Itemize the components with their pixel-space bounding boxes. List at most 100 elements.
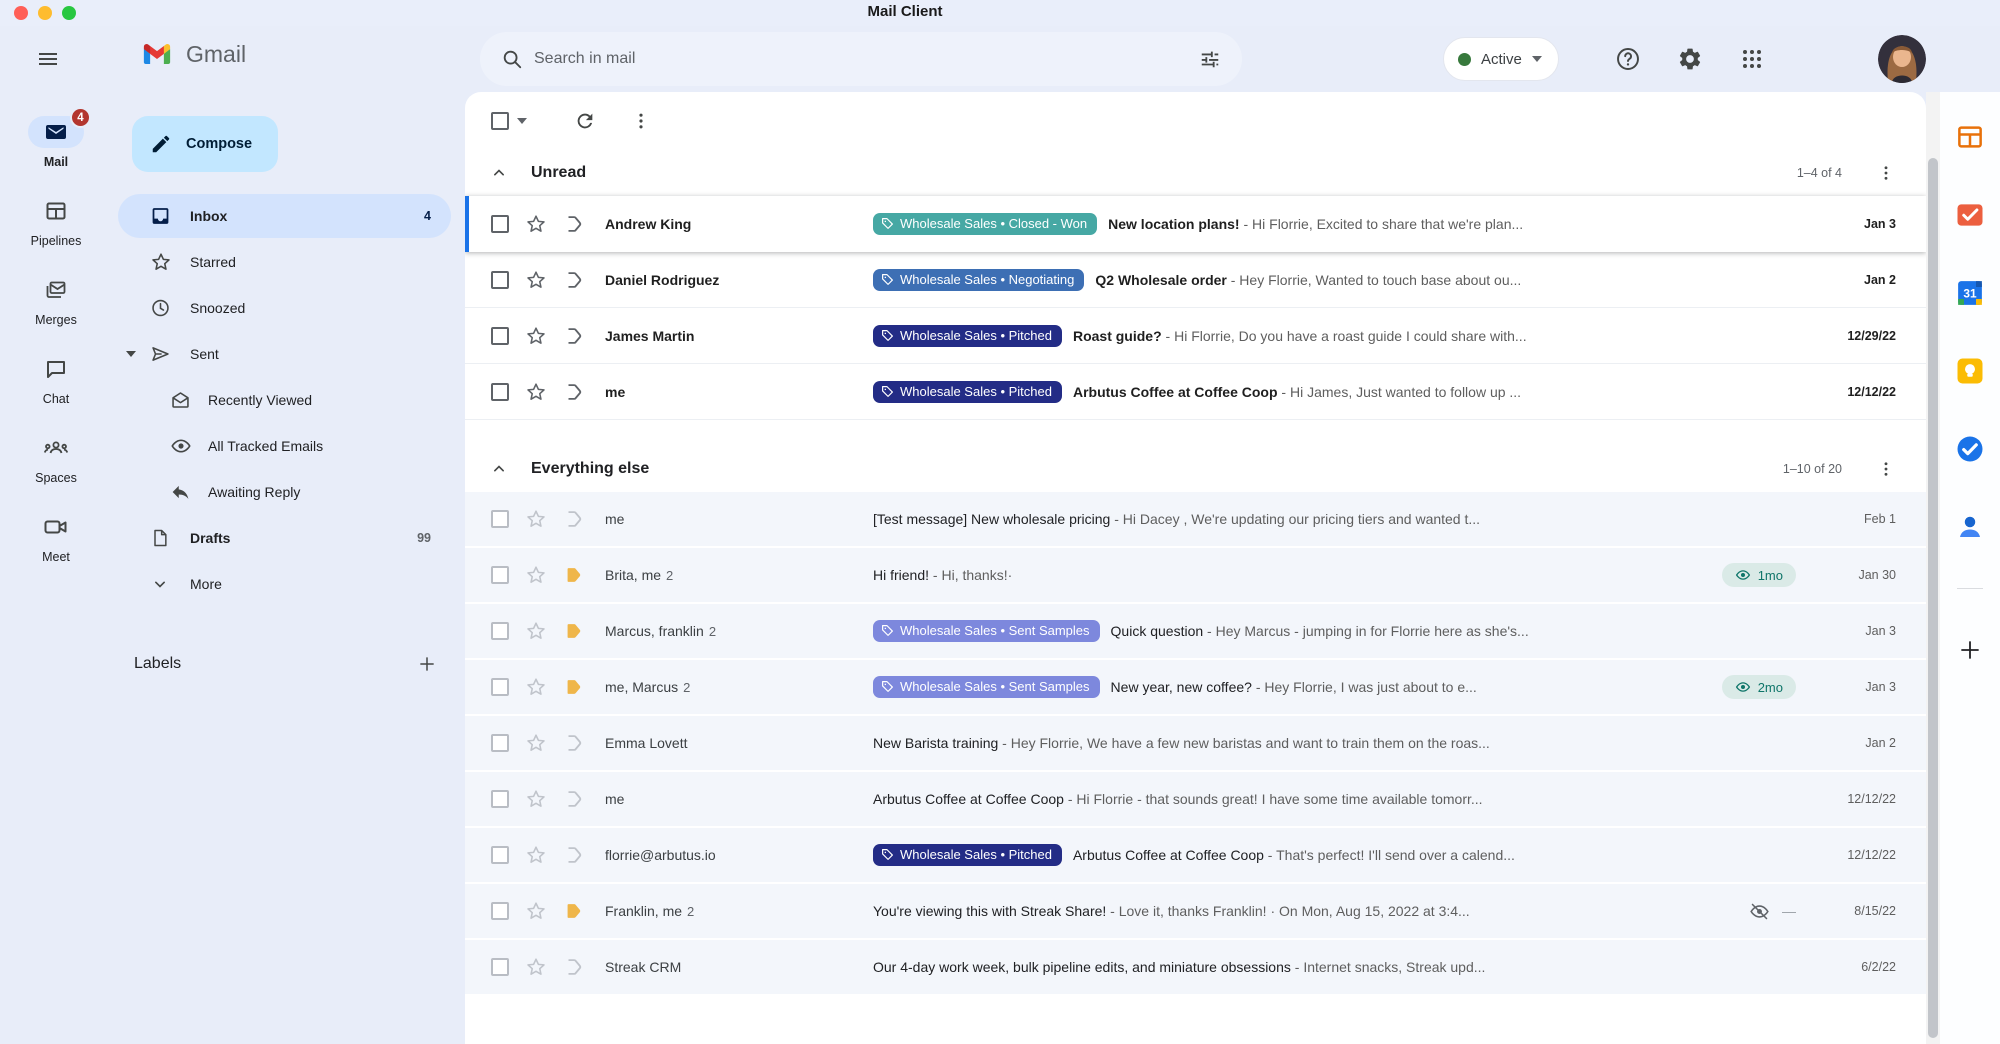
rail-item-meet[interactable]: Meet	[28, 511, 84, 564]
pipeline-stage-badge[interactable]: Wholesale Sales • Pitched	[873, 325, 1062, 347]
row-checkbox[interactable]	[491, 958, 509, 976]
row-star-icon[interactable]	[525, 956, 547, 978]
sidebar-item-starred[interactable]: Starred	[118, 240, 451, 284]
streak-pipeline-icon[interactable]	[563, 900, 585, 922]
scrollbar-thumb[interactable]	[1928, 158, 1938, 1038]
row-checkbox[interactable]	[491, 790, 509, 808]
section-collapse-icon[interactable]	[489, 163, 509, 183]
row-checkbox[interactable]	[491, 846, 509, 864]
gmail-logo[interactable]: Gmail	[138, 39, 246, 69]
sidebar-item-inbox[interactable]: Inbox4	[118, 194, 451, 238]
email-row[interactable]: James MartinWholesale Sales • PitchedRoa…	[465, 308, 1926, 364]
pipeline-stage-badge[interactable]: Wholesale Sales • Sent Samples	[873, 676, 1100, 698]
email-row[interactable]: meArbutus Coffee at Coffee Coop - Hi Flo…	[465, 772, 1926, 828]
streak-pipeline-icon[interactable]	[563, 564, 585, 586]
row-star-icon[interactable]	[525, 676, 547, 698]
keep-icon[interactable]	[1953, 354, 1987, 388]
select-caret-icon[interactable]	[517, 118, 527, 124]
streak-pipeline-icon[interactable]	[563, 956, 585, 978]
row-checkbox[interactable]	[491, 383, 509, 401]
pipeline-stage-badge[interactable]: Wholesale Sales • Negotiating	[873, 269, 1084, 291]
user-avatar[interactable]	[1878, 35, 1926, 83]
sidebar-item-snoozed[interactable]: Snoozed	[118, 286, 451, 330]
pipeline-stage-badge[interactable]: Wholesale Sales • Sent Samples	[873, 620, 1100, 642]
email-row[interactable]: Andrew KingWholesale Sales • Closed - Wo…	[465, 196, 1926, 252]
email-row[interactable]: Marcus, franklin2Wholesale Sales • Sent …	[465, 604, 1926, 660]
streak-pipeline-icon[interactable]	[563, 844, 585, 866]
main-menu-icon[interactable]	[28, 39, 68, 79]
row-star-icon[interactable]	[525, 325, 547, 347]
email-row[interactable]: Streak CRMOur 4-day work week, bulk pipe…	[465, 940, 1926, 996]
settings-gear-icon[interactable]	[1670, 39, 1710, 79]
sidebar-item-awaiting-reply[interactable]: Awaiting Reply	[118, 470, 451, 514]
email-row[interactable]: meWholesale Sales • PitchedArbutus Coffe…	[465, 364, 1926, 420]
email-row[interactable]: Emma LovettNew Barista training - Hey Fl…	[465, 716, 1926, 772]
search-input[interactable]	[534, 50, 1188, 68]
scrollbar-track[interactable]	[1926, 92, 1940, 1044]
rail-item-chat[interactable]: Chat	[28, 353, 84, 406]
row-checkbox[interactable]	[491, 271, 509, 289]
more-vert-icon[interactable]	[621, 101, 661, 141]
add-label-plus-icon[interactable]	[411, 648, 443, 680]
expander-triangle-icon[interactable]	[126, 351, 136, 357]
rail-item-pipelines[interactable]: Pipelines	[28, 195, 84, 248]
row-star-icon[interactable]	[525, 564, 547, 586]
refresh-icon[interactable]	[565, 101, 605, 141]
row-star-icon[interactable]	[525, 213, 547, 235]
row-star-icon[interactable]	[525, 620, 547, 642]
streak-pipeline-icon[interactable]	[563, 732, 585, 754]
sidebar-item-sent[interactable]: Sent	[118, 332, 451, 376]
sidebar-item-more[interactable]: More	[118, 562, 451, 606]
section-more-vert-icon[interactable]	[1868, 155, 1904, 191]
close-window-button[interactable]	[14, 6, 28, 20]
sidebar-item-drafts[interactable]: Drafts99	[118, 516, 451, 560]
minimize-window-button[interactable]	[38, 6, 52, 20]
streak-pipeline-icon[interactable]	[563, 620, 585, 642]
search-icon[interactable]	[490, 37, 534, 81]
streak-pipeline-icon[interactable]	[563, 269, 585, 291]
select-all-checkbox[interactable]	[491, 112, 509, 130]
row-star-icon[interactable]	[525, 269, 547, 291]
streak-pipeline-icon[interactable]	[563, 508, 585, 530]
zoom-window-button[interactable]	[62, 6, 76, 20]
row-star-icon[interactable]	[525, 844, 547, 866]
streak-pipelines-icon[interactable]	[1953, 120, 1987, 154]
row-checkbox[interactable]	[491, 678, 509, 696]
row-checkbox[interactable]	[491, 622, 509, 640]
rail-item-merges[interactable]: Merges	[28, 274, 84, 327]
streak-pipeline-icon[interactable]	[563, 325, 585, 347]
calendar-icon[interactable]: 31	[1953, 276, 1987, 310]
streak-pipeline-icon[interactable]	[563, 788, 585, 810]
sidebar-item-recently-viewed[interactable]: Recently Viewed	[118, 378, 451, 422]
email-row[interactable]: florrie@arbutus.ioWholesale Sales • Pitc…	[465, 828, 1926, 884]
status-chip[interactable]: Active	[1443, 37, 1559, 81]
row-star-icon[interactable]	[525, 900, 547, 922]
row-checkbox[interactable]	[491, 215, 509, 233]
pipeline-stage-badge[interactable]: Wholesale Sales • Pitched	[873, 381, 1062, 403]
email-row[interactable]: Brita, me2Hi friend! - Hi, thanks!·1moJa…	[465, 548, 1926, 604]
streak-mail-check-icon[interactable]	[1953, 198, 1987, 232]
streak-pipeline-icon[interactable]	[563, 381, 585, 403]
row-star-icon[interactable]	[525, 732, 547, 754]
tasks-icon[interactable]	[1953, 432, 1987, 466]
pipeline-stage-badge[interactable]: Wholesale Sales • Pitched	[873, 844, 1062, 866]
section-collapse-icon[interactable]	[489, 459, 509, 479]
row-checkbox[interactable]	[491, 510, 509, 528]
row-checkbox[interactable]	[491, 566, 509, 584]
row-checkbox[interactable]	[491, 902, 509, 920]
row-star-icon[interactable]	[525, 788, 547, 810]
row-checkbox[interactable]	[491, 327, 509, 345]
help-icon[interactable]	[1608, 39, 1648, 79]
streak-pipeline-icon[interactable]	[563, 213, 585, 235]
row-checkbox[interactable]	[491, 734, 509, 752]
email-row[interactable]: Daniel RodriguezWholesale Sales • Negoti…	[465, 252, 1926, 308]
get-addons-plus-icon[interactable]	[1953, 633, 1987, 667]
email-row[interactable]: me[Test message] New wholesale pricing -…	[465, 492, 1926, 548]
tune-icon[interactable]	[1188, 37, 1232, 81]
contacts-icon[interactable]	[1953, 510, 1987, 544]
rail-item-spaces[interactable]: Spaces	[28, 432, 84, 485]
email-row[interactable]: Franklin, me2You're viewing this with St…	[465, 884, 1926, 940]
pipeline-stage-badge[interactable]: Wholesale Sales • Closed - Won	[873, 213, 1097, 235]
email-row[interactable]: me, Marcus2Wholesale Sales • Sent Sample…	[465, 660, 1926, 716]
compose-button[interactable]: Compose	[132, 116, 278, 172]
